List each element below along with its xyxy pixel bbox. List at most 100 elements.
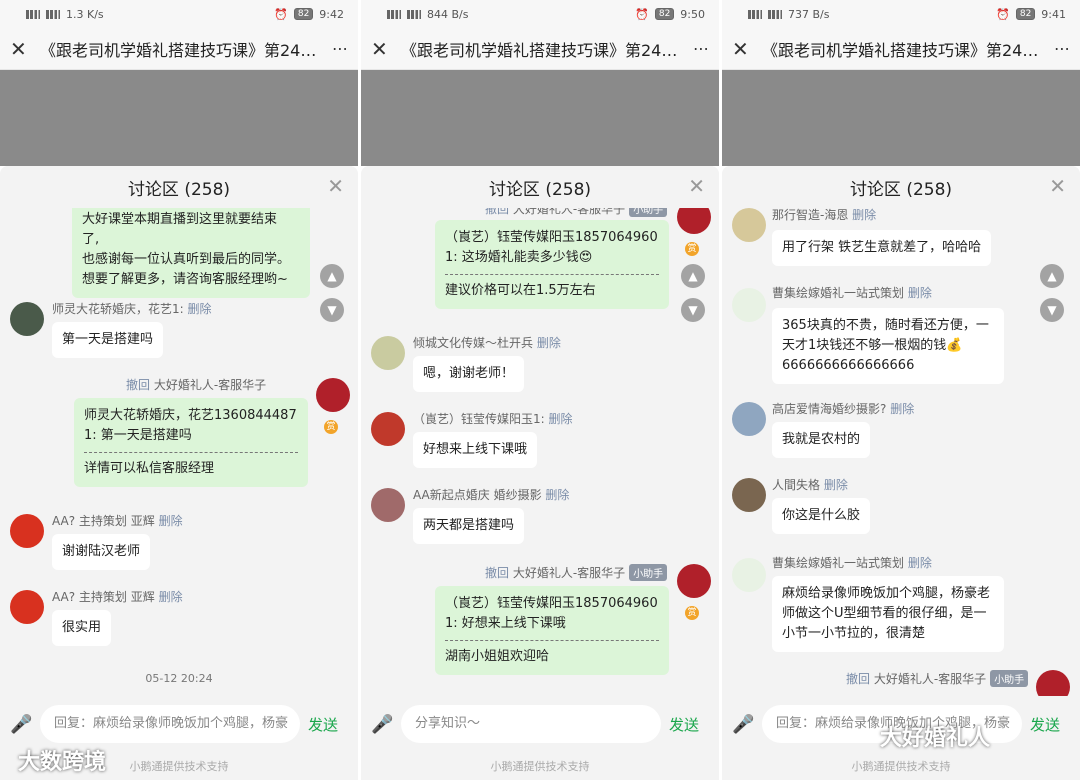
avatar[interactable] xyxy=(732,558,766,592)
close-icon[interactable]: ✕ xyxy=(732,37,756,61)
sender-name: 倾城文化传媒～杜开兵 xyxy=(413,336,534,350)
sender-name: （崀艺）钰莹传媒阳玉1: xyxy=(413,412,545,426)
scroll-up-button[interactable]: ▲ xyxy=(320,264,344,288)
microphone-icon[interactable]: 🎤 xyxy=(371,714,393,735)
network-speed: 844 B/s xyxy=(427,7,469,21)
scroll-up-button[interactable]: ▲ xyxy=(681,264,705,288)
avatar[interactable] xyxy=(371,412,405,446)
delete-link[interactable]: 删除 xyxy=(908,556,932,570)
message-list[interactable]: 大好课堂本期直播到这里就要结束 了, 也感谢每一位认真听到最后的同学。 想要了解… xyxy=(0,208,358,696)
delete-link[interactable]: 删除 xyxy=(188,302,212,316)
page-title: 《跟老司机学婚礼搭建技巧课》第24期... xyxy=(762,40,1046,60)
assistant-tag: 小助手 xyxy=(629,564,668,581)
footer-credit: 小鹅通提供技术支持 xyxy=(490,760,590,773)
message-list[interactable]: 那行智造-海恩 删除 用了行架 铁艺生意就差了，哈哈哈 ▲ ▼ 曹集绘嫁婚礼一站… xyxy=(722,208,1080,696)
close-icon[interactable]: ✕ xyxy=(688,174,705,198)
discussion-sheet: 讨论区 (258) ✕ 撤回 大好婚礼人-客服华子 小助手 赏 （崀艺）钰莹传媒阳… xyxy=(361,166,719,780)
assistant-tag: 小助手 xyxy=(990,670,1029,687)
screenshot-collage: 1.3 K/s ⏰ 82 9:42 ✕ 《跟老司机学婚礼搭建技巧课》第24期... … xyxy=(0,0,1080,780)
delete-link[interactable]: 删除 xyxy=(537,336,561,350)
title-bar: ✕ 《跟老司机学婚礼搭建技巧课》第24期... ⋯ xyxy=(0,28,358,70)
delete-link[interactable]: 删除 xyxy=(852,208,876,222)
close-icon[interactable]: ✕ xyxy=(327,174,344,198)
avatar[interactable] xyxy=(677,208,711,234)
avatar[interactable] xyxy=(371,488,405,522)
recall-link[interactable]: 撤回 xyxy=(126,378,150,392)
signal-icon xyxy=(407,9,421,19)
discussion-sheet: 讨论区 (258) ✕ 那行智造-海恩 删除 用了行架 铁艺生意就差了，哈哈哈 … xyxy=(722,166,1080,780)
sender-meta: 撤回 大好婚礼人-客服华子 xyxy=(126,376,266,393)
message-list[interactable]: 撤回 大好婚礼人-客服华子 小助手 赏 （崀艺）钰莹传媒阳玉1857064960 … xyxy=(361,208,719,696)
sheet-title: 讨论区 (258) xyxy=(127,179,231,200)
send-button[interactable]: 发送 xyxy=(669,714,709,735)
sender-meta: 师灵大花轿婚庆，花艺1: 删除 xyxy=(52,300,212,317)
avatar[interactable] xyxy=(677,564,711,598)
recall-link[interactable]: 撤回 xyxy=(485,208,509,216)
sender-meta: 曹集绘嫁婚礼一站式策划 删除 xyxy=(772,284,932,301)
message-bubble: 嗯，谢谢老师！ xyxy=(413,356,525,392)
sender-name: AA? 主持策划 亚辉 xyxy=(52,590,155,604)
status-bar: 1.3 K/s ⏰ 82 9:42 xyxy=(0,0,358,28)
delete-link[interactable]: 删除 xyxy=(908,286,932,300)
recall-link[interactable]: 撤回 xyxy=(485,566,509,580)
avatar[interactable] xyxy=(10,302,44,336)
assistant-tag: 小助手 xyxy=(629,208,668,217)
sender-name: 曹集绘嫁婚礼一站式策划 xyxy=(772,556,905,570)
sender-meta: 倾城文化传媒～杜开兵 删除 xyxy=(413,334,561,351)
sender-name: 那行智造-海恩 xyxy=(772,208,849,222)
clock: 9:41 xyxy=(1041,7,1066,21)
delete-link[interactable]: 删除 xyxy=(549,412,573,426)
scroll-down-button[interactable]: ▼ xyxy=(1040,298,1064,322)
sender-meta: 撤回 大好婚礼人-客服华子 小助手 xyxy=(485,208,668,217)
avatar[interactable] xyxy=(10,590,44,624)
sender-name: AA新起点婚庆 婚纱摄影 xyxy=(413,488,542,502)
send-button[interactable]: 发送 xyxy=(308,714,348,735)
reply-text: 详情可以私信客服经理 xyxy=(84,461,215,476)
avatar[interactable] xyxy=(371,336,405,370)
delete-link[interactable]: 删除 xyxy=(159,590,183,604)
avatar[interactable] xyxy=(10,514,44,548)
comment-input[interactable]: 分享知识～ xyxy=(401,705,661,743)
more-icon[interactable]: ⋯ xyxy=(685,39,709,58)
sheet-header: 讨论区 (258) ✕ xyxy=(722,166,1080,208)
close-icon[interactable]: ✕ xyxy=(1049,174,1066,198)
microphone-icon[interactable]: 🎤 xyxy=(732,714,754,735)
sheet-title: 讨论区 (258) xyxy=(488,179,592,200)
delete-link[interactable]: 删除 xyxy=(159,514,183,528)
sheet-header: 讨论区 (258) ✕ xyxy=(0,166,358,208)
avatar[interactable] xyxy=(732,402,766,436)
alarm-icon: ⏰ xyxy=(274,7,288,21)
more-icon[interactable]: ⋯ xyxy=(324,39,348,58)
battery-icon: 82 xyxy=(293,8,314,20)
scroll-up-button[interactable]: ▲ xyxy=(1040,264,1064,288)
reply-text: 建议价格可以在1.5万左右 xyxy=(445,283,596,298)
avatar[interactable] xyxy=(732,478,766,512)
status-bar: 737 B/s ⏰ 82 9:41 xyxy=(722,0,1080,28)
avatar[interactable] xyxy=(1036,670,1070,696)
send-button[interactable]: 发送 xyxy=(1030,714,1070,735)
signal-icon xyxy=(46,9,60,19)
phone-panel-2: 844 B/s ⏰ 82 9:50 ✕ 《跟老司机学婚礼搭建技巧课》第24期... … xyxy=(361,0,719,780)
sender-name: 大好婚礼人-客服华子 xyxy=(512,566,626,580)
scroll-down-button[interactable]: ▼ xyxy=(320,298,344,322)
delete-link[interactable]: 删除 xyxy=(824,478,848,492)
recall-link[interactable]: 撤回 xyxy=(846,672,870,686)
bubble-line: 大好课堂本期直播到这里就要结束 xyxy=(82,212,278,227)
more-icon[interactable]: ⋯ xyxy=(1046,39,1070,58)
comment-input[interactable]: 回复：麻烦给录像师晚饭加个鸡腿，杨豪 xyxy=(40,705,300,743)
close-icon[interactable]: ✕ xyxy=(371,37,395,61)
delete-link[interactable]: 删除 xyxy=(545,488,569,502)
avatar[interactable] xyxy=(316,378,350,412)
avatar[interactable] xyxy=(732,208,766,242)
footer-credit: 小鹅通提供技术支持 xyxy=(851,760,951,773)
scroll-down-button[interactable]: ▼ xyxy=(681,298,705,322)
delete-link[interactable]: 删除 xyxy=(890,402,914,416)
sender-meta: 撤回 大好婚礼人-客服华子 小助手 xyxy=(485,564,668,581)
page-title: 《跟老司机学婚礼搭建技巧课》第24期... xyxy=(401,40,685,60)
close-icon[interactable]: ✕ xyxy=(10,37,34,61)
message-bubble: 你这是什么胶 xyxy=(772,498,871,534)
sender-name: AA? 主持策划 亚辉 xyxy=(52,514,155,528)
microphone-icon[interactable]: 🎤 xyxy=(10,714,32,735)
avatar[interactable] xyxy=(732,288,766,322)
signal-icon xyxy=(768,9,782,19)
